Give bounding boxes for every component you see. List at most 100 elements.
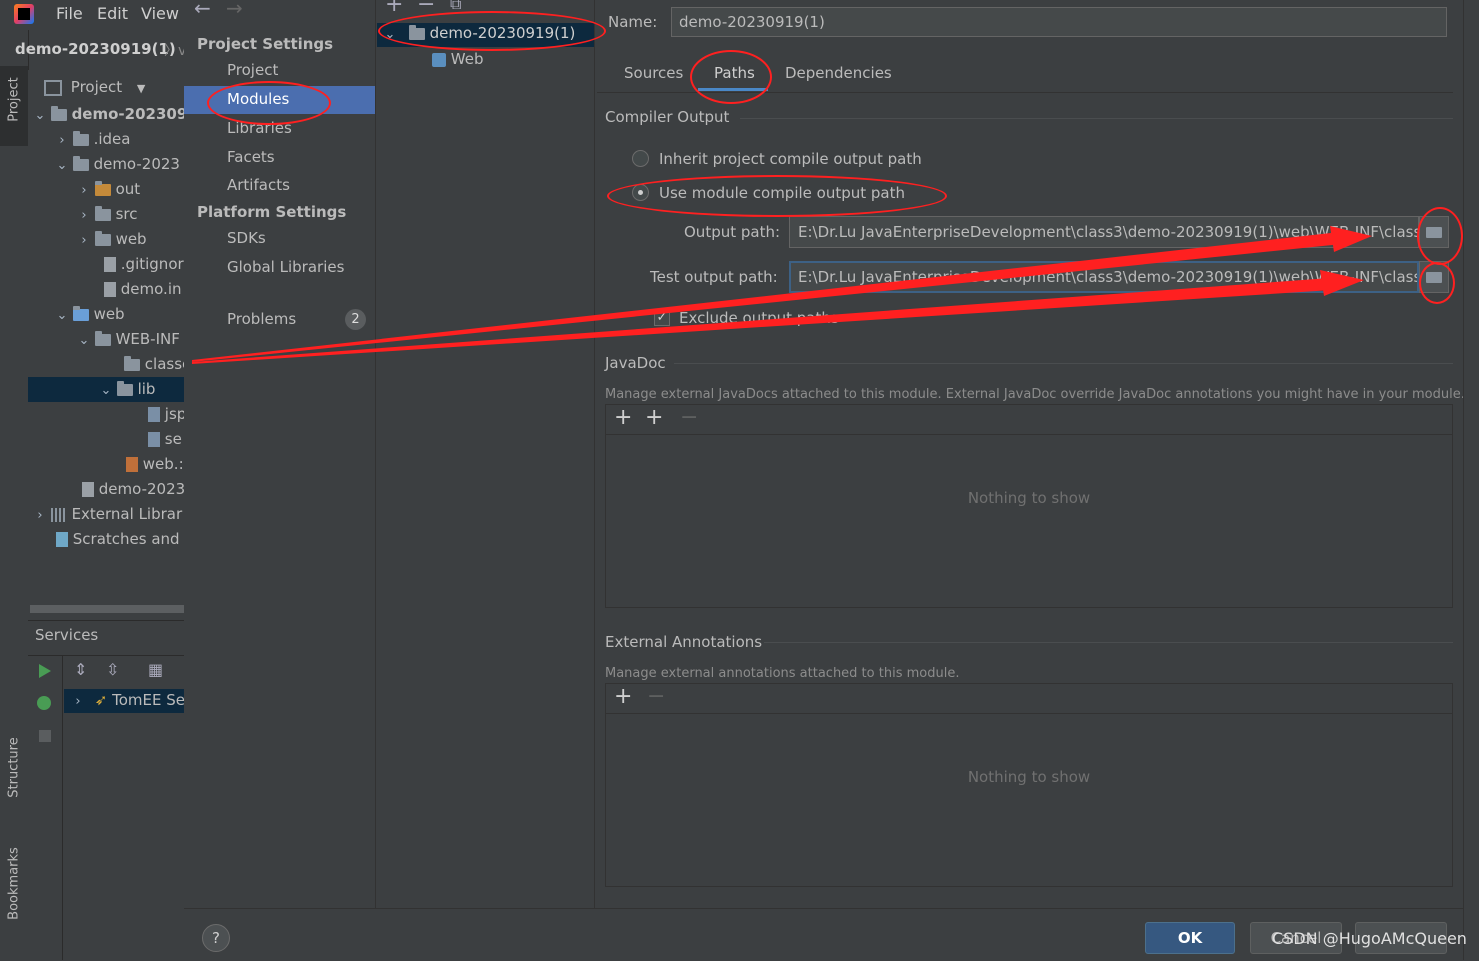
exclude-checkbox[interactable]: ✓ <box>654 310 670 326</box>
services-sidebar-divider <box>62 656 63 960</box>
back-arrow-icon[interactable]: ← <box>194 0 211 20</box>
chevron-right-icon[interactable]: › <box>78 203 90 228</box>
ok-button[interactable]: OK <box>1145 922 1235 954</box>
use-module-radio-label[interactable]: Use module compile output path <box>659 184 905 202</box>
chevron-down-icon[interactable]: ⌄ <box>100 378 112 403</box>
details-right-edge <box>1463 0 1479 960</box>
tree-row-out[interactable]: › out <box>78 177 140 202</box>
menu-file[interactable]: File <box>56 4 83 23</box>
collapse-all-icon[interactable]: ⇳ <box>106 660 119 679</box>
ext-add-icon[interactable]: + <box>614 684 632 709</box>
output-path-field[interactable]: E:\Dr.Lu JavaEnterpriseDevelopment\class… <box>789 216 1419 248</box>
tree-row-webxml[interactable]: web.: <box>126 452 184 477</box>
help-button[interactable]: ? <box>202 924 230 952</box>
menu-edit[interactable]: Edit <box>97 4 128 23</box>
tree-row-web2[interactable]: ⌄ web <box>56 302 125 327</box>
chevron-down-icon[interactable]: ⌄ <box>56 153 68 178</box>
add-icon[interactable]: + <box>385 0 403 17</box>
tree-row-src[interactable]: › src <box>78 202 137 227</box>
expand-all-icon[interactable]: ⇕ <box>74 660 87 679</box>
ext-empty-text: Nothing to show <box>967 768 1091 786</box>
nav-sdks[interactable]: SDKs <box>227 229 266 247</box>
javadoc-title: JavaDoc <box>605 354 666 372</box>
javadoc-add-url-icon[interactable]: + <box>645 405 663 430</box>
scratches-icon <box>56 532 68 547</box>
services-toolbar-divider <box>28 655 184 656</box>
nav-libraries[interactable]: Libraries <box>227 119 292 137</box>
module-name-input[interactable] <box>671 7 1447 37</box>
breadcrumb-project[interactable]: demo-20230919(1) <box>15 40 176 58</box>
run-icon[interactable] <box>39 664 51 678</box>
chevron-right-icon[interactable]: › <box>72 694 84 709</box>
test-output-browse-button[interactable] <box>1419 261 1449 293</box>
tree-row-webinf[interactable]: ⌄ WEB-INF <box>78 327 180 352</box>
tree-row-demo[interactable]: ⌄ demo-2023 <box>56 152 180 177</box>
javadoc-toolbar-divider <box>606 434 1452 435</box>
tree-row-lib[interactable]: ⌄ lib <box>100 377 156 403</box>
javadoc-empty-text: Nothing to show <box>967 489 1091 507</box>
chevron-right-icon[interactable]: › <box>78 178 90 203</box>
stop-icon[interactable] <box>39 730 51 742</box>
forward-arrow-icon[interactable]: → <box>226 0 243 20</box>
tree-row-web[interactable]: › web <box>78 227 146 253</box>
web-folder-icon <box>72 305 89 321</box>
bookmarks-tab-label[interactable]: Bookmarks <box>7 836 22 932</box>
module-tree-web[interactable]: Web <box>432 50 483 68</box>
nav-section-platform-settings: Platform Settings <box>197 203 347 221</box>
folder-icon <box>72 155 89 171</box>
tree-row-root[interactable]: ⌄ demo-202309 <box>34 102 188 128</box>
tree-row-se[interactable]: se <box>148 427 182 452</box>
tomee-row[interactable]: › ➶ TomEE Se <box>72 691 185 709</box>
output-path-browse-button[interactable] <box>1419 216 1449 248</box>
tab-dependencies[interactable]: Dependencies <box>785 64 892 82</box>
inherit-radio-label[interactable]: Inherit project compile output path <box>659 150 922 168</box>
nav-facets[interactable]: Facets <box>227 148 275 166</box>
remove-icon[interactable]: − <box>417 0 435 17</box>
output-path-label: Output path: <box>684 223 781 241</box>
services-title: Services <box>35 626 99 644</box>
debug-icon[interactable] <box>37 696 51 710</box>
javadoc-add-icon[interactable]: + <box>614 405 632 430</box>
javadoc-remove-icon: − <box>680 405 699 430</box>
nav-artifacts[interactable]: Artifacts <box>227 176 290 194</box>
test-output-path-field[interactable]: E:\Dr.Lu JavaEnterpriseDevelopment\class… <box>789 261 1419 293</box>
chevron-down-icon[interactable]: ⌄ <box>56 303 68 328</box>
nav-project[interactable]: Project <box>227 61 278 79</box>
file-icon <box>104 282 116 297</box>
tree-row-idea[interactable]: › .idea <box>56 127 130 152</box>
use-module-radio[interactable] <box>632 184 649 201</box>
breadcrumb[interactable]: demo-20230919(1) <box>15 40 176 58</box>
group-icon[interactable]: ▦ <box>148 660 163 679</box>
nav-modules[interactable]: Modules <box>227 90 289 108</box>
chevron-right-icon[interactable]: › <box>78 228 90 253</box>
exclude-checkbox-label[interactable]: Exclude output paths <box>679 309 839 327</box>
chevron-right-icon[interactable]: › <box>56 128 68 153</box>
module-tree-root[interactable]: ⌄ demo-20230919(1) <box>384 24 576 42</box>
web-facet-icon <box>432 52 446 67</box>
module-name: demo-20230919(1) <box>429 24 576 42</box>
project-panel-header[interactable]: Project ▼ <box>44 75 145 99</box>
folder-open-icon <box>1426 227 1442 238</box>
tree-row-demo2[interactable]: demo-2023 <box>82 477 185 502</box>
inherit-radio[interactable] <box>632 150 649 167</box>
tree-row-classes[interactable]: classe <box>124 352 191 377</box>
tree-row-scratches[interactable]: Scratches and <box>56 527 180 552</box>
tab-paths[interactable]: Paths <box>714 64 755 82</box>
structure-tab-label[interactable]: Structure <box>7 726 22 810</box>
tree-row-gitignore[interactable]: .gitignor <box>104 252 184 277</box>
nav-problems[interactable]: Problems <box>227 310 296 328</box>
chevron-down-icon[interactable]: ▼ <box>137 82 145 95</box>
tab-sources[interactable]: Sources <box>624 64 683 82</box>
jar-icon <box>148 432 160 447</box>
menu-view[interactable]: View <box>141 4 179 23</box>
chevron-right-icon[interactable]: › <box>34 503 46 528</box>
tree-row-external-libraries[interactable]: › External Librar <box>34 502 182 527</box>
chevron-down-icon[interactable]: ⌄ <box>78 328 90 353</box>
chevron-down-icon[interactable]: ⌄ <box>34 103 46 128</box>
chevron-down-icon[interactable]: ⌄ <box>384 27 396 42</box>
copy-icon[interactable]: ⧉ <box>450 0 461 14</box>
horizontal-scrollbar[interactable] <box>30 605 184 613</box>
nav-global-libraries[interactable]: Global Libraries <box>227 258 344 276</box>
tree-row-jsp[interactable]: jsp <box>148 402 186 427</box>
tree-row-iml[interactable]: demo.in <box>104 277 182 302</box>
